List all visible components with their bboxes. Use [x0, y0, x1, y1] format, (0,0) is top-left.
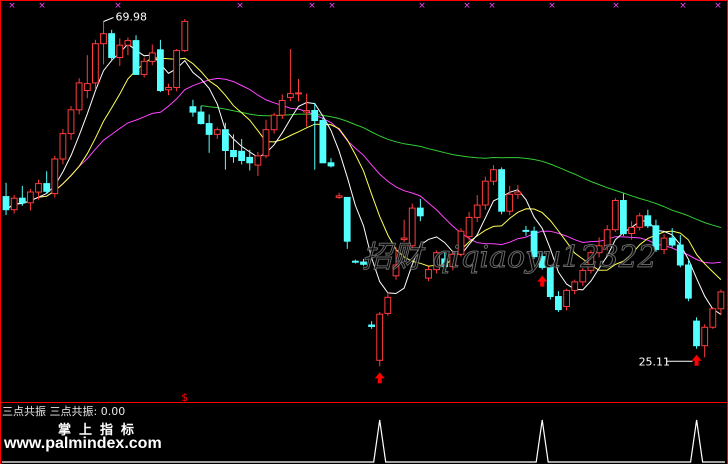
high-label: 69.98 — [116, 11, 148, 24]
candle-body — [157, 49, 164, 91]
candle-body — [644, 215, 652, 227]
top-marker: × — [38, 1, 46, 11]
candle-body — [611, 200, 619, 231]
top-marker: × — [418, 1, 426, 11]
candle-body — [181, 20, 189, 52]
candle-body — [262, 129, 270, 157]
candle-body — [303, 110, 311, 113]
indicator-value: 0.00 — [100, 405, 126, 418]
candle-body — [197, 111, 205, 125]
candle-body — [319, 120, 327, 164]
candle-body — [668, 237, 676, 246]
candle-body — [165, 87, 172, 91]
candle-body — [230, 150, 237, 158]
candle-body — [100, 33, 107, 45]
candle-body — [92, 43, 99, 84]
top-marker: × — [714, 1, 722, 11]
top-marker: × — [236, 1, 244, 11]
candle-body — [254, 155, 262, 166]
top-marker: × — [463, 1, 471, 11]
brand-site: www.palmindex.com — [4, 435, 162, 452]
candle-body — [498, 169, 506, 212]
candle-body — [35, 183, 42, 193]
candle-body — [43, 183, 51, 192]
candle-body — [148, 52, 156, 62]
candle-body — [571, 281, 579, 291]
candle-body — [59, 133, 67, 160]
candle-body — [10, 197, 18, 211]
candle-body — [693, 320, 700, 347]
candle-body — [75, 82, 83, 111]
ma60-line — [200, 105, 722, 228]
low-label: 25.11 — [639, 355, 671, 368]
candle-body — [238, 150, 245, 162]
high-pointer — [103, 17, 114, 22]
indicator-value-label: 三点共振: — [49, 405, 98, 418]
candle-body — [473, 204, 481, 218]
candle-body — [343, 196, 351, 242]
candle-body — [335, 195, 343, 198]
candle-body — [189, 106, 197, 113]
indicator-name: 三点共振 — [2, 405, 46, 418]
candle-body — [352, 260, 359, 263]
candle-body — [2, 196, 10, 211]
buy-arrow — [537, 275, 548, 287]
candle-body — [555, 296, 562, 311]
candle-body — [124, 40, 132, 46]
candle-body — [620, 200, 627, 235]
candle-body — [636, 215, 644, 228]
candle-body — [18, 197, 26, 204]
candle-body — [140, 60, 148, 75]
indicator-legend: 三点共振 三点共振: 0.00 — [2, 403, 125, 419]
top-marker: × — [679, 1, 687, 11]
top-marker: × — [488, 1, 496, 11]
candle-body — [506, 193, 514, 212]
top-marker: × — [328, 1, 336, 11]
candle-body — [717, 291, 725, 310]
candle-body — [205, 123, 213, 135]
candle-body — [173, 50, 180, 88]
candle-body — [416, 207, 424, 217]
candle-body — [270, 114, 278, 131]
candle-body — [490, 169, 497, 182]
candle-body — [563, 289, 571, 307]
candle-body — [376, 313, 384, 361]
candle-body — [27, 191, 34, 204]
watermark-text: 招财 qiqiaoyu12322 — [362, 240, 658, 276]
candle-body — [222, 129, 229, 151]
candle-body — [278, 100, 286, 116]
candle-body — [676, 244, 684, 266]
top-marker: × — [114, 1, 122, 11]
candle-body — [327, 162, 335, 167]
candle-body — [701, 326, 709, 347]
candle-body — [384, 296, 392, 314]
candle-body — [116, 44, 124, 59]
candle-body — [51, 158, 59, 195]
top-marker: × — [612, 1, 620, 11]
candle-body — [514, 191, 522, 195]
top-marker: × — [548, 1, 556, 11]
candle-body — [83, 83, 91, 91]
buy-arrow — [374, 372, 385, 384]
candle-body — [213, 129, 221, 135]
top-marker: × — [308, 1, 316, 11]
candle-body — [481, 180, 489, 206]
candle-body — [67, 109, 75, 135]
buy-arrow — [691, 354, 702, 366]
candle-body — [709, 308, 717, 328]
candle-body — [287, 93, 294, 98]
candle-body — [660, 237, 668, 251]
top-marker: × — [8, 1, 16, 11]
candle-body — [311, 110, 319, 121]
candle-body — [132, 40, 140, 75]
candle-body — [685, 264, 692, 299]
candle-body — [246, 156, 254, 164]
candle-body — [368, 324, 376, 327]
candle-body — [295, 92, 302, 95]
signal-glyph: $ — [181, 391, 188, 404]
candle-body — [108, 33, 115, 58]
